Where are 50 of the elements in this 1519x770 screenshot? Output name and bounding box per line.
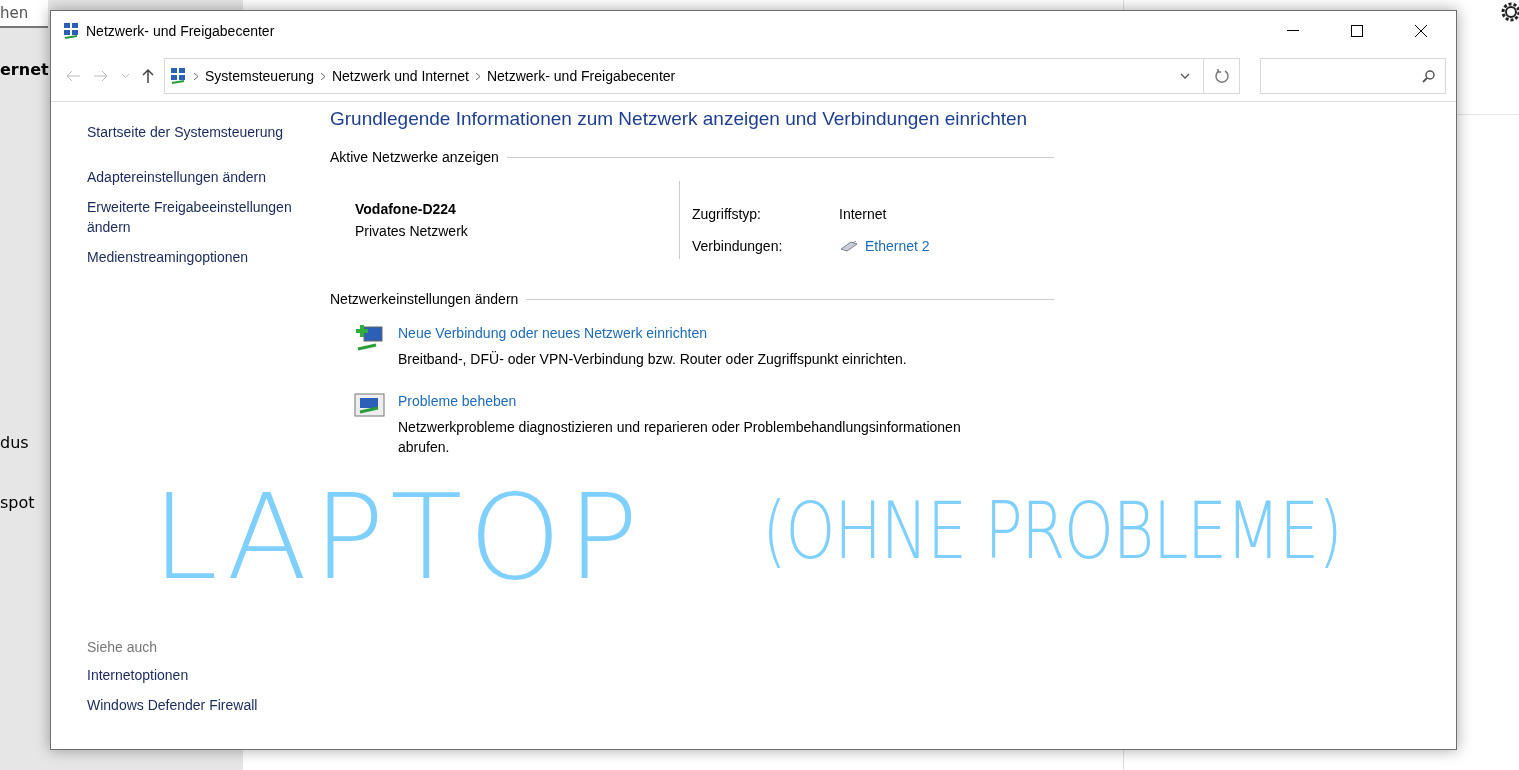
- breadcrumb[interactable]: Netzwerk- und Freigabecenter: [486, 68, 676, 84]
- history-button[interactable]: [119, 71, 132, 81]
- up-arrow-icon: [142, 68, 154, 84]
- handwritten-note: (OHNE PROBLEME): [762, 492, 1342, 570]
- section-heading: Netzwerkeinstellungen ändern: [330, 291, 519, 307]
- settings-nav-item[interactable]: ernet: [0, 60, 49, 79]
- sidebar-link[interactable]: Medienstreamingoptionen: [87, 247, 330, 267]
- task-description: Breitband-, DFÜ- oder VPN-Verbindung bzw. Router oder Zugriffspunkt einrichten.: [398, 350, 908, 369]
- forward-arrow-icon: [93, 70, 109, 82]
- handwritten-note: LAPTOP: [152, 478, 645, 596]
- breadcrumb[interactable]: Systemsteuerung: [205, 68, 314, 84]
- chevron-icon: [193, 71, 199, 81]
- network-icon: [62, 22, 80, 40]
- chevron-icon: [319, 71, 326, 81]
- back-arrow-icon: [65, 70, 81, 82]
- section-heading: Aktive Netzwerke anzeigen: [330, 149, 499, 165]
- field-label: Zugriffstyp:: [692, 206, 762, 222]
- search-icon: [1422, 69, 1435, 83]
- section-heading: Siehe auch: [87, 639, 159, 655]
- field-value: Internet: [839, 206, 888, 222]
- window-title: Netzwerk- und Freigabecenter: [86, 23, 276, 39]
- ethernet-icon: [839, 240, 859, 252]
- up-button[interactable]: [140, 66, 156, 86]
- sidebar-link[interactable]: Adaptereinstellungen ändern: [87, 167, 330, 187]
- sidebar-link[interactable]: Windows Defender Firewall: [87, 695, 330, 715]
- refresh-icon: [1213, 68, 1230, 84]
- breadcrumb[interactable]: Netzwerk und Internet: [331, 68, 469, 84]
- connection-link[interactable]: Ethernet 2: [865, 238, 930, 254]
- settings-nav-item[interactable]: dus: [0, 433, 29, 452]
- caret-icon: [121, 73, 130, 79]
- monitor-icon: [354, 391, 386, 419]
- sidebar-link[interactable]: Erweiterte Freigabeeinstellungen ändern: [87, 197, 330, 237]
- settings-nav-item[interactable]: spot: [0, 493, 35, 512]
- page-heading: Grundlegende Informationen zum Netzwerk anzeigen und Verbindungen einrichten: [330, 108, 1029, 130]
- sidebar-link[interactable]: Startseite der Systemsteuerung: [87, 122, 330, 142]
- minimize-icon: [1287, 30, 1299, 32]
- search-field[interactable]: [1260, 58, 1446, 94]
- search-field[interactable]: hen: [0, 0, 48, 28]
- network-name: Vodafone-D224: [355, 201, 457, 217]
- close-icon: [1415, 25, 1427, 37]
- field-label: Verbindungen:: [692, 238, 784, 254]
- caret-icon: [1180, 73, 1190, 79]
- task-link[interactable]: Neue Verbindung oder neues Netzwerk einrichten: [398, 323, 1008, 343]
- maximize-icon: [1351, 25, 1363, 37]
- sidebar-link[interactable]: Internetoptionen: [87, 665, 330, 685]
- task-description: Netzwerkprobleme diagnostizieren und reparieren oder Problembehandlungsinformationen abrufen.: [398, 418, 962, 457]
- network-icon: [169, 67, 187, 85]
- network-category: Privates Netzwerk: [355, 223, 469, 239]
- chevron-icon: [474, 71, 481, 81]
- task-link[interactable]: Probleme beheben: [398, 391, 1008, 411]
